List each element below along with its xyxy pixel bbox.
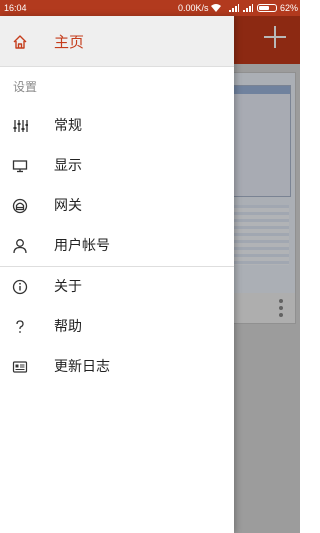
drawer-item-gateway[interactable]: 网关 — [0, 186, 234, 226]
status-bar: 16:04 0.00K/s 62% — [0, 0, 300, 16]
signal-icon-2 — [243, 4, 253, 12]
navigation-drawer: 主页 设置 常规 显示 网关 用户帐号 关于 帮助 更新日志 — [0, 16, 234, 533]
drawer-item-user-account[interactable]: 用户帐号 — [0, 226, 234, 266]
network-speed: 0.00K/s — [178, 3, 209, 13]
sliders-icon — [13, 120, 28, 132]
signal-icon — [229, 4, 239, 12]
battery-percent: 62% — [280, 3, 299, 13]
drawer-item-changelog[interactable]: 更新日志 — [0, 347, 234, 387]
drawer-item-label: 网关 — [54, 198, 82, 214]
wifi-icon — [211, 4, 221, 12]
drawer-item-label: 帮助 — [54, 319, 82, 335]
question-icon — [16, 320, 24, 333]
changelog-icon — [12, 361, 28, 373]
drawer-item-label: 更新日志 — [54, 359, 110, 375]
battery-icon — [257, 4, 277, 12]
status-time: 16:04 — [4, 3, 27, 13]
section-title-settings: 设置 — [13, 80, 38, 94]
drawer-item-label: 常规 — [54, 118, 82, 134]
divider — [0, 66, 234, 67]
user-icon — [13, 239, 27, 254]
info-icon — [12, 279, 28, 295]
drawer-item-label: 用户帐号 — [54, 238, 110, 254]
drawer-item-home[interactable]: 主页 — [0, 16, 234, 66]
monitor-icon — [12, 160, 28, 173]
drawer-item-label: 关于 — [54, 279, 82, 295]
drawer-item-general[interactable]: 常规 — [0, 106, 234, 146]
gateway-icon — [12, 198, 28, 214]
drawer-item-help[interactable]: 帮助 — [0, 307, 234, 347]
drawer-item-label: 主页 — [54, 33, 85, 51]
drawer-item-about[interactable]: 关于 — [0, 267, 234, 307]
home-icon — [13, 35, 27, 49]
drawer-item-display[interactable]: 显示 — [0, 146, 234, 186]
drawer-item-label: 显示 — [54, 158, 82, 174]
